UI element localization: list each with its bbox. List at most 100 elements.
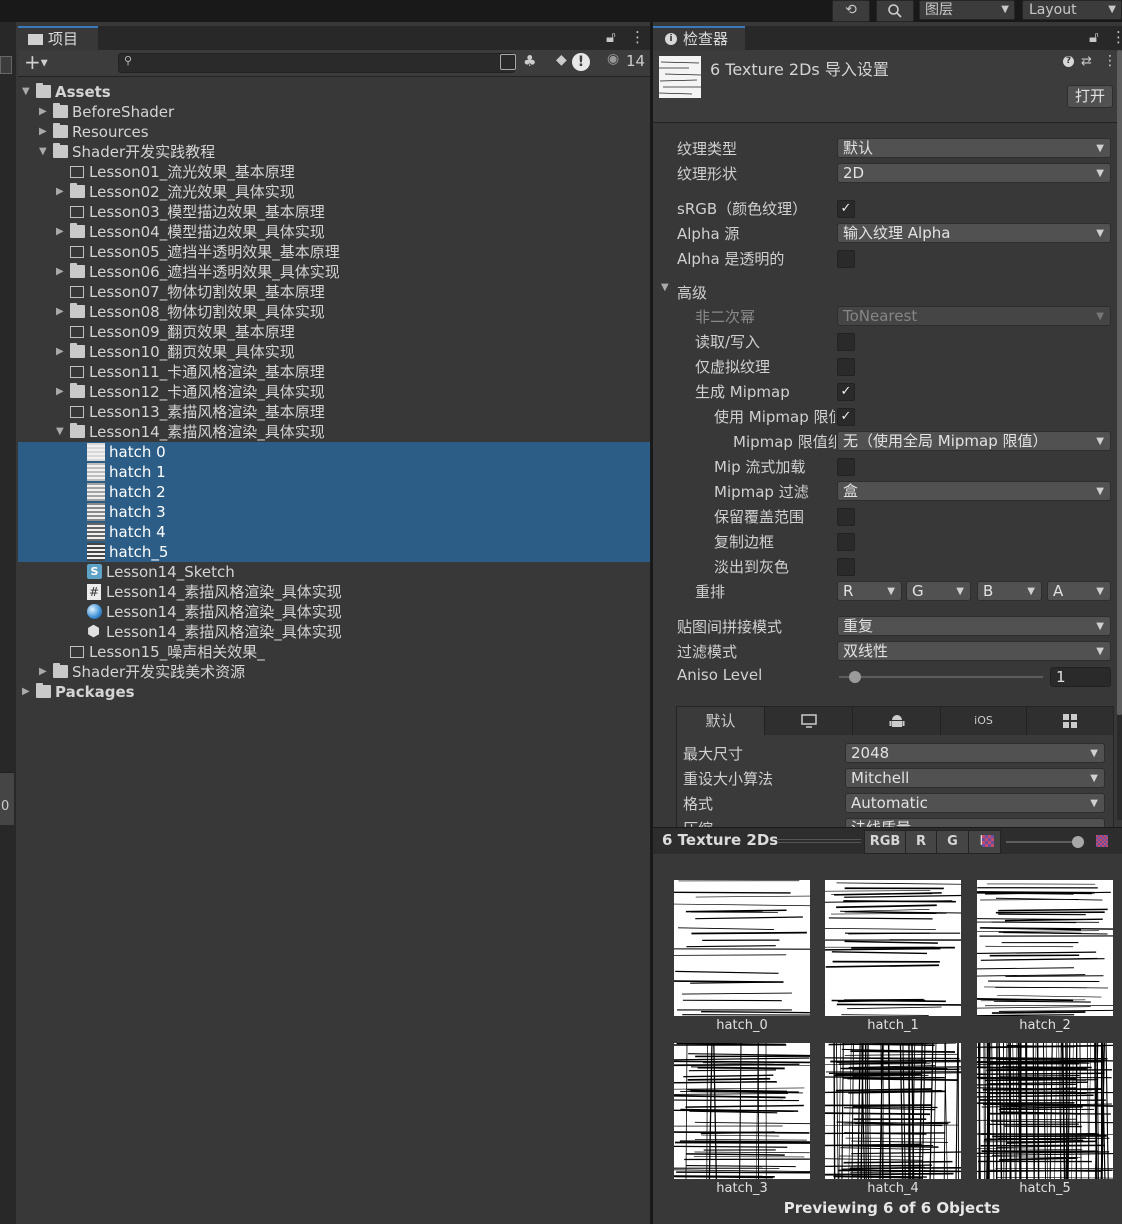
fadeout-to-gray-checkbox[interactable] [837,558,855,576]
folder-row[interactable]: ▶ Lesson10_翻页效果_具体实现 [18,342,650,362]
asset-texture-row[interactable]: hatch 4 [18,522,650,542]
folder-row[interactable]: Lesson07_物体切割效果_基本原理 [18,282,650,302]
presets-icon[interactable]: ⇄ [1081,54,1092,69]
asset-texture-row[interactable]: hatch 0 [18,442,650,462]
texture-preview-tile[interactable] [977,880,1113,1016]
layout-dropdown[interactable]: Layout ▼ [1022,0,1122,20]
tab-inspector[interactable]: i 检查器 [653,26,745,52]
folder-row[interactable]: Lesson05_遮挡半透明效果_基本原理 [18,242,650,262]
texture-preview-tile[interactable] [825,1043,961,1179]
resize-algorithm-dropdown[interactable]: Mitchell ▼ [845,768,1105,788]
eye-icon[interactable]: ◉ [607,51,619,67]
open-button[interactable]: 打开 [1067,85,1113,108]
expand-arrow-open-icon[interactable]: ▼ [39,142,49,162]
texture-type-dropdown[interactable]: 默认 ▼ [837,138,1111,158]
asset-row[interactable]: # Lesson14_素描风格渲染_具体实现 [18,582,650,602]
use-mipmap-limits-checkbox[interactable]: ✓ [837,408,855,426]
folder-row[interactable]: ▼ Lesson14_素描风格渲染_具体实现 [18,422,650,442]
expand-arrow-closed-icon[interactable]: ▶ [56,182,66,202]
srgb-checkbox[interactable]: ✓ [837,200,855,218]
channel-r-button[interactable]: R [905,830,937,854]
foldout-arrow-icon[interactable]: ▼ [661,282,669,293]
alpha-transparency-checkbox[interactable] [837,250,855,268]
channel-g-button[interactable]: G [936,830,969,854]
asset-texture-row[interactable]: hatch 3 [18,502,650,522]
search-input[interactable]: ⚲ [118,53,515,73]
folder-row[interactable]: Lesson09_翻页效果_基本原理 [18,322,650,342]
help-icon[interactable]: ? [1063,56,1074,67]
mipmap-limit-group-dropdown[interactable]: 无（使用全局 Mipmap 限值） ▼ [837,431,1111,451]
tab-platform-standalone[interactable] [765,707,853,735]
kebab-menu-icon[interactable]: ⋮ [630,28,645,46]
max-size-dropdown[interactable]: 2048 ▼ [845,743,1105,763]
expand-arrow-closed-icon[interactable]: ▶ [56,382,66,402]
folder-row[interactable]: ▼ Assets [18,82,650,102]
lock-icon[interactable]: 🔓︎ [1089,28,1099,46]
folder-row[interactable]: ▶ Lesson08_物体切割效果_具体实现 [18,302,650,322]
collapsed-field[interactable]: 0 [0,772,14,825]
asset-row[interactable]: Lesson14_素描风格渲染_具体实现 [18,602,650,622]
folder-row[interactable]: Lesson13_素描风格渲染_基本原理 [18,402,650,422]
folder-row[interactable]: ▶ BeforeShader [18,102,650,122]
expand-arrow-closed-icon[interactable]: ▶ [56,342,66,362]
swizzle-g-dropdown[interactable]: G ▼ [906,581,971,601]
label-tag-icon[interactable]: ◆ [556,52,567,68]
texture-shape-dropdown[interactable]: 2D ▼ [837,163,1111,183]
layers-dropdown[interactable]: 图层 ▼ [919,0,1015,20]
mip-streaming-checkbox[interactable] [837,458,855,476]
tab-platform-android[interactable] [853,707,941,735]
swizzle-a-dropdown[interactable]: A ▼ [1047,581,1111,601]
folder-row[interactable]: Lesson15_噪声相关效果_ [18,642,650,662]
mip-level-slider-handle[interactable] [1072,836,1084,848]
filter-by-type-icon[interactable]: ♣ [523,52,536,70]
asset-texture-row[interactable]: hatch_5 [18,542,650,562]
folder-row[interactable]: ▶ Packages [18,682,650,702]
folder-row[interactable]: ▶ Lesson12_卡通风格渲染_具体实现 [18,382,650,402]
folder-row[interactable]: ▶ Shader开发实践美术资源 [18,662,650,682]
preserve-coverage-checkbox[interactable] [837,508,855,526]
replicate-border-checkbox[interactable] [837,533,855,551]
asset-texture-row[interactable]: hatch 2 [18,482,650,502]
kebab-menu-icon[interactable]: ⋮ [1103,53,1117,69]
expand-arrow-closed-icon[interactable]: ▶ [22,682,32,702]
warning-filter-icon[interactable]: ! [572,53,590,71]
folder-row[interactable]: ▼ Shader开发实践教程 [18,142,650,162]
alpha-source-dropdown[interactable]: 输入纹理 Alpha ▼ [837,223,1111,243]
mip-level-slider[interactable] [1006,841,1080,843]
expand-arrow-closed-icon[interactable]: ▶ [39,122,49,142]
mipmap-filtering-dropdown[interactable]: 盒 ▼ [837,481,1111,501]
tab-project[interactable]: 项目 [18,26,98,52]
kebab-menu-icon[interactable]: ⋮ [1111,28,1122,46]
expand-arrow-closed-icon[interactable]: ▶ [39,662,49,682]
expand-arrow-closed-icon[interactable]: ▶ [56,222,66,242]
asset-row[interactable]: S Lesson14_Sketch [18,562,650,582]
folder-row[interactable]: ▶ Resources [18,122,650,142]
history-button[interactable]: ⟲ [832,0,870,22]
format-dropdown[interactable]: Automatic ▼ [845,793,1105,813]
folder-row[interactable]: ▶ Lesson06_遮挡半透明效果_具体实现 [18,262,650,282]
virtual-texture-checkbox[interactable] [837,358,855,376]
tab-platform-default[interactable]: 默认 [677,707,765,735]
inspector-scrollbar[interactable] [1117,50,1122,820]
channel-rgb-button[interactable]: RGB [864,830,906,854]
advanced-foldout-label[interactable]: 高级 [677,282,707,303]
texture-preview-tile[interactable] [674,880,810,1016]
folder-row[interactable]: Lesson11_卡通风格渲染_基本原理 [18,362,650,382]
add-button[interactable]: +▼ [24,50,48,76]
expand-arrow-closed-icon[interactable]: ▶ [39,102,49,122]
aniso-level-input[interactable]: 1 [1050,667,1111,687]
wrap-mode-dropdown[interactable]: 重复 ▼ [837,616,1111,636]
folder-row[interactable]: Lesson01_流光效果_基本原理 [18,162,650,182]
swizzle-b-dropdown[interactable]: B ▼ [977,581,1042,601]
swizzle-r-dropdown[interactable]: R ▼ [837,581,902,601]
texture-preview-tile[interactable] [674,1043,810,1179]
folder-row[interactable]: Lesson03_模型描边效果_基本原理 [18,202,650,222]
asset-texture-row[interactable]: hatch 1 [18,462,650,482]
filter-mode-dropdown[interactable]: 双线性 ▼ [837,641,1111,661]
texture-preview-tile[interactable] [825,880,961,1016]
folder-row[interactable]: ▶ Lesson04_模型描边效果_具体实现 [18,222,650,242]
expand-arrow-open-icon[interactable]: ▼ [22,82,32,102]
aniso-level-slider-handle[interactable] [849,671,861,683]
generate-mipmap-checkbox[interactable]: ✓ [837,383,855,401]
expand-arrow-closed-icon[interactable]: ▶ [56,262,66,282]
